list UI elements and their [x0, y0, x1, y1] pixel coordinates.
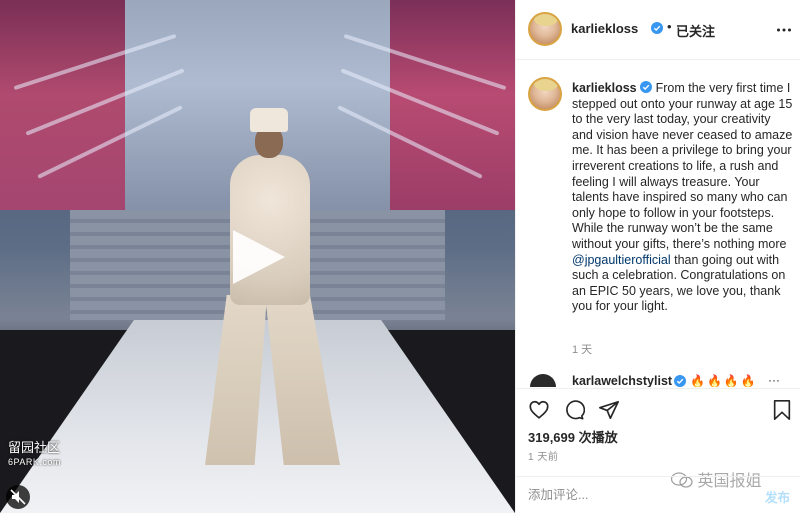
- site-watermark: 留园社区 6PARK.com: [8, 440, 61, 470]
- caption-body-1: From the very first time I stepped out o…: [572, 81, 793, 251]
- post-header: karlieklosskarlieklosskarliekloss karlie…: [516, 0, 800, 60]
- stage-wall-left: [0, 0, 125, 210]
- mute-button[interactable]: [6, 485, 30, 509]
- play-button[interactable]: [227, 226, 289, 288]
- caption-avatar[interactable]: [528, 77, 562, 111]
- watermark-line1: 留园社区: [8, 440, 61, 455]
- post-panel: karlieklosskarlieklosskarliekloss karlie…: [515, 0, 800, 513]
- more-icon[interactable]: [776, 22, 792, 38]
- play-icon: [233, 230, 285, 284]
- bookmark-icon[interactable]: [771, 399, 793, 421]
- author-avatar[interactable]: [528, 12, 562, 46]
- share-icon[interactable]: [598, 399, 620, 421]
- caption-text: karliekloss From the very first time I s…: [572, 81, 794, 315]
- post-comment-button[interactable]: 发布: [765, 487, 790, 506]
- caption-timestamp: 1 天: [572, 344, 593, 356]
- post-actions: 319,699 次播放 1 天前 英国报姐: [516, 388, 800, 490]
- comment-bar: 发布: [516, 476, 800, 513]
- header-separator: •: [667, 19, 672, 34]
- video-player[interactable]: 留园社区 6PARK.com: [0, 0, 515, 513]
- follow-status-button[interactable]: 已关注: [676, 21, 715, 40]
- commenter-avatar[interactable]: [530, 374, 556, 387]
- caption-area: karliekloss From the very first time I s…: [516, 61, 800, 373]
- verified-icon: [674, 375, 686, 387]
- comment-input[interactable]: [528, 486, 748, 504]
- header-username[interactable]: karliekloss: [571, 21, 638, 36]
- view-count[interactable]: 319,699 次播放: [528, 427, 618, 446]
- runway-model: [195, 100, 345, 480]
- comment-icon[interactable]: [563, 399, 585, 421]
- heart-icon[interactable]: [528, 399, 550, 421]
- verified-icon: [651, 22, 663, 34]
- comment-item: karlawelchstylist 🔥🔥🔥🔥 ···: [516, 373, 800, 387]
- mention-link[interactable]: @jpgaultierofficial: [572, 253, 671, 267]
- stage-wall-right: [390, 0, 515, 210]
- caption-username[interactable]: karliekloss: [572, 81, 637, 95]
- commenter-username[interactable]: karlawelchstylist: [572, 374, 672, 387]
- comment-more-button[interactable]: ···: [768, 373, 780, 387]
- mute-icon: [10, 489, 26, 505]
- verified-icon: [640, 81, 653, 93]
- post-timestamp: 1 天前: [528, 452, 559, 463]
- comment-text: 🔥🔥🔥🔥: [690, 374, 758, 387]
- watermark-line2: 6PARK.com: [8, 457, 61, 467]
